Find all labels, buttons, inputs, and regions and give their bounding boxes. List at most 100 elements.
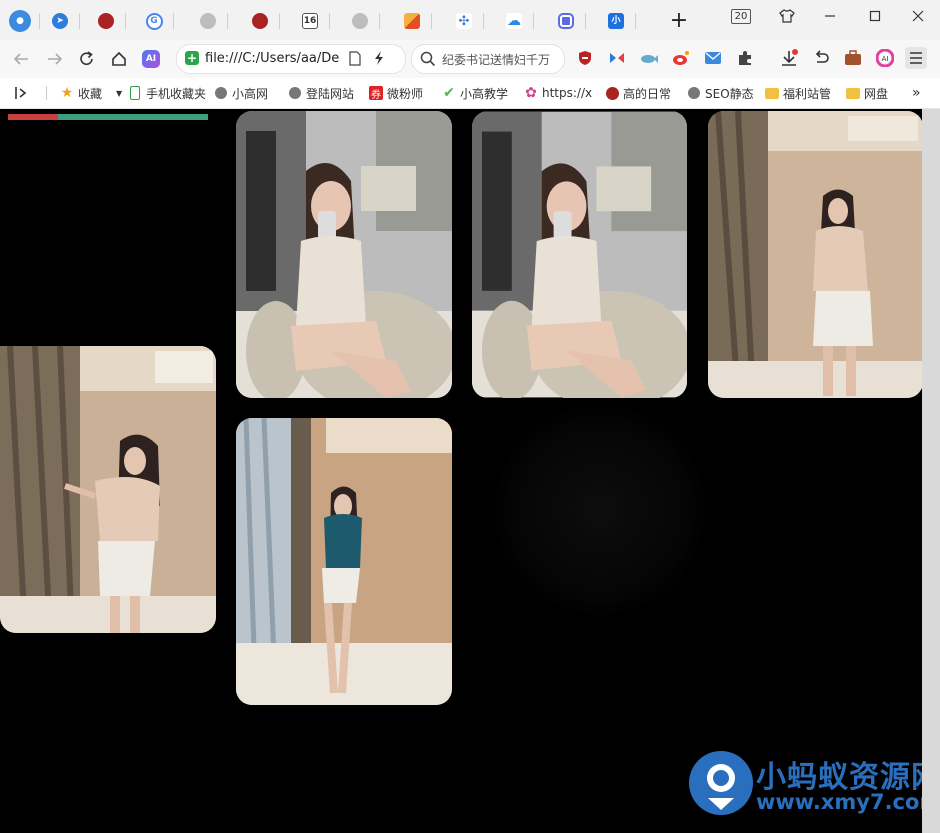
- weibo-extension-button[interactable]: [670, 47, 692, 69]
- extensions-button[interactable]: [734, 47, 756, 69]
- browser-tab[interactable]: [86, 8, 126, 34]
- bookmark-item[interactable]: ★ 收藏 ▼: [60, 83, 122, 103]
- gallery-photo[interactable]: [236, 418, 452, 705]
- undo-icon: [815, 50, 829, 63]
- bookmark-item[interactable]: 手机收藏夹: [128, 83, 206, 103]
- photo-teal-top: [236, 418, 452, 705]
- vertical-scrollbar[interactable]: [922, 109, 940, 833]
- bookmark-item[interactable]: ✔ 小高教学: [442, 83, 510, 103]
- minimize-button[interactable]: [815, 4, 845, 28]
- pink-flower-icon: ✿: [525, 85, 537, 101]
- browser-tab[interactable]: ●: [0, 8, 40, 34]
- forward-button[interactable]: [42, 47, 68, 71]
- gallery-photo[interactable]: [472, 111, 687, 398]
- menu-button[interactable]: [905, 47, 927, 69]
- fish-extension-button[interactable]: [638, 47, 660, 69]
- address-bar[interactable]: + file:///C:/Users/aa/De: [176, 44, 406, 74]
- gallery-photo[interactable]: [0, 346, 216, 633]
- search-icon: [420, 51, 436, 67]
- site-logo-icon: ●: [9, 10, 31, 32]
- bowtie-extension-button[interactable]: [606, 47, 628, 69]
- browser-tab[interactable]: G: [134, 8, 174, 34]
- cluster-icon: ✣: [456, 13, 472, 29]
- browser-tab[interactable]: ➤: [40, 8, 80, 34]
- browser-tab[interactable]: [240, 8, 280, 34]
- more-bookmarks-button[interactable]: »: [912, 83, 921, 103]
- mail-icon: [705, 52, 721, 64]
- arrow-right-icon: [48, 53, 63, 65]
- download-icon: [782, 49, 798, 66]
- photo-selfie-chair: [472, 111, 687, 398]
- bookmark-item[interactable]: SEO静态: [687, 83, 753, 103]
- browser-tab[interactable]: [188, 8, 228, 34]
- close-icon: [912, 10, 924, 22]
- secure-page-icon: +: [185, 51, 199, 65]
- ai-assistant-button[interactable]: AI: [138, 47, 164, 71]
- browser-tab[interactable]: ✣: [444, 8, 484, 34]
- puzzle-icon: [739, 51, 751, 65]
- watermark: 小蚂蚁资源网 www.xmy7.com: [686, 748, 940, 818]
- download-button[interactable]: [778, 47, 800, 69]
- home-icon: [112, 51, 126, 66]
- background-glow: [490, 400, 710, 620]
- browser-tab[interactable]: [392, 8, 432, 34]
- browser-tab[interactable]: ☁: [494, 8, 534, 34]
- close-window-button[interactable]: [903, 4, 933, 28]
- red-mascot-icon: [605, 86, 619, 100]
- globe-icon: [352, 13, 368, 29]
- reload-button[interactable]: [74, 47, 100, 71]
- browser-tab[interactable]: 16: [290, 8, 330, 34]
- g-letter-icon: G: [145, 12, 163, 30]
- shirt-icon: [779, 9, 795, 23]
- bookmark-item[interactable]: 券 微粉师: [369, 83, 429, 103]
- page-info-icon[interactable]: [349, 51, 361, 69]
- new-tab-button[interactable]: +: [668, 8, 690, 34]
- ai-icon: AI: [142, 50, 160, 68]
- globe-icon: [200, 13, 216, 29]
- toolbox-button[interactable]: [842, 47, 864, 69]
- globe-icon: [687, 86, 701, 100]
- browser-tab[interactable]: [340, 8, 380, 34]
- app-square-icon: [558, 13, 574, 29]
- gallery-photo[interactable]: [236, 111, 452, 398]
- weibo-icon: [673, 51, 689, 65]
- bookmark-item[interactable]: 福利站管: [765, 83, 833, 103]
- search-box[interactable]: 纪委书记送情妇千万: [411, 44, 565, 74]
- globe-icon: [288, 86, 302, 100]
- gallery-photo[interactable]: [708, 111, 923, 398]
- photo-selfie-chair: [236, 111, 452, 398]
- maximize-button[interactable]: [860, 4, 890, 28]
- bookmark-item[interactable]: ✿ https://x: [524, 83, 592, 103]
- skin-button[interactable]: [772, 4, 802, 28]
- double-chevron-icon: »: [912, 85, 921, 101]
- bookmark-item[interactable]: 登陆网站: [288, 83, 354, 103]
- home-button[interactable]: [106, 47, 132, 71]
- photo-standing-curtain: [0, 346, 216, 633]
- address-text: file:///C:/Users/aa/De: [205, 51, 340, 66]
- red-mascot-icon: [98, 13, 114, 29]
- tab-counter-button[interactable]: 20: [726, 4, 756, 28]
- folder-icon: [765, 86, 779, 100]
- sidebar-toggle-button[interactable]: [14, 83, 28, 103]
- browser-tab[interactable]: [546, 8, 586, 34]
- lightning-icon[interactable]: [373, 50, 385, 69]
- photo-standing-beige: [708, 111, 923, 398]
- mail-extension-button[interactable]: [702, 47, 724, 69]
- rainbow-ai-icon: AI: [876, 49, 894, 67]
- cloud-icon: ☁: [506, 13, 522, 29]
- bookmark-item[interactable]: 小高网: [214, 83, 272, 103]
- shield-extension-button[interactable]: [574, 47, 596, 69]
- bookmark-item[interactable]: 网盘: [846, 83, 896, 103]
- back-button[interactable]: [8, 47, 34, 71]
- bookmark-item[interactable]: 高的日常: [605, 83, 673, 103]
- tab-counter: 20: [730, 8, 752, 24]
- watermark-url: www.xmy7.com: [756, 790, 940, 814]
- blue-tag-icon: 小: [608, 13, 624, 29]
- shield-icon: [579, 51, 591, 65]
- color-ai-button[interactable]: AI: [874, 47, 896, 69]
- undo-close-button[interactable]: [810, 47, 832, 69]
- minimize-icon: [825, 15, 835, 17]
- browser-tab[interactable]: 小: [596, 8, 636, 34]
- send-icon: ➤: [52, 13, 68, 29]
- check-icon: ✔: [443, 85, 455, 101]
